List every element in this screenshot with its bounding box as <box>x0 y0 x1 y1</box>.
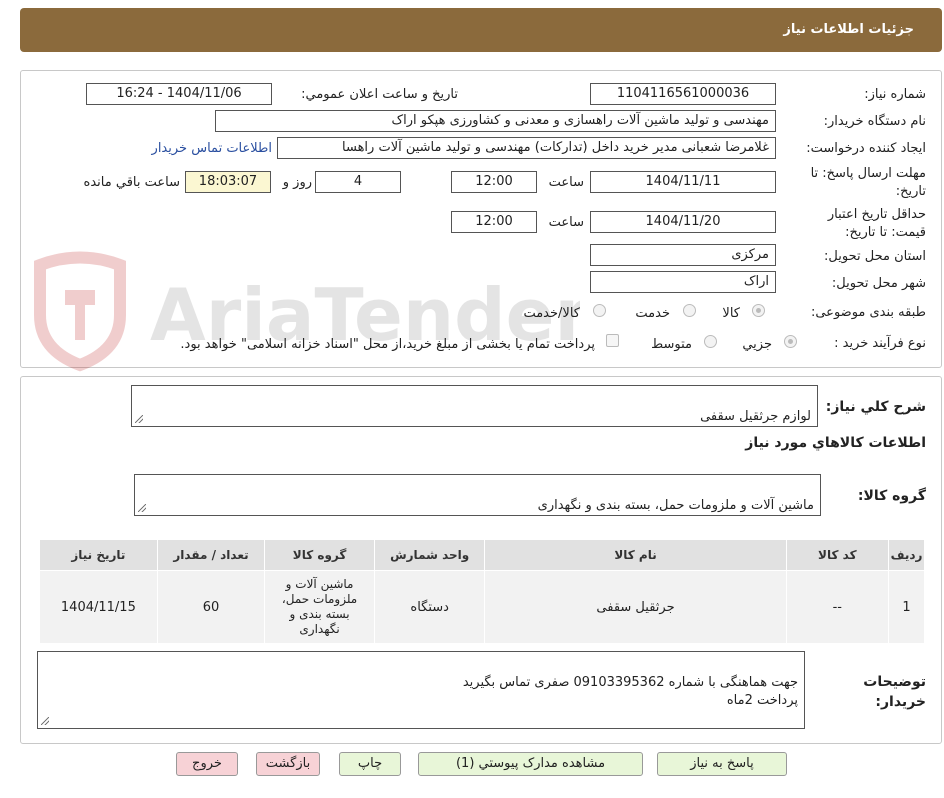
requester-field: غلامرضا شعبانی مدیر خرید داخل (تدارکات) … <box>277 137 776 159</box>
buyer-notes-label: توضیحات خریدار: <box>863 674 926 710</box>
category-option-goods: کالا <box>722 306 740 321</box>
process-option-minor: جزيي <box>742 337 772 352</box>
cell-goods-code: -- <box>785 570 890 644</box>
exit-button[interactable]: خروج <box>176 752 238 776</box>
summary-text: لوازم جرثقیل سقفی <box>700 409 811 424</box>
cell-unit: دستگاه <box>373 570 486 644</box>
print-button[interactable]: چاپ <box>339 752 401 776</box>
city-field: اراک <box>590 271 776 293</box>
treasury-payment-checkbox[interactable] <box>606 334 619 347</box>
cell-goods-group: ماشین آلات و ملزومات حمل، بسته بندی و نگ… <box>264 570 375 644</box>
goods-group-text: ماشین آلات و ملزومات حمل، بسته بندی و نگ… <box>537 498 814 513</box>
category-option-service: خدمت <box>635 306 670 321</box>
col-quantity: تعداد / مقدار <box>156 539 266 571</box>
col-goods-code: کد کالا <box>785 539 890 571</box>
need-number-field: 1104116561000036 <box>590 83 776 105</box>
cell-row-number: 1 <box>888 570 925 644</box>
col-goods-group: گروه کالا <box>264 539 375 571</box>
city-label: شهر محل تحویل: <box>831 276 926 291</box>
remaining-time-field: 18:03:07 <box>185 171 271 193</box>
validity-time-label: ساعت <box>548 215 584 230</box>
need-number-label: شماره نیاز: <box>864 87 926 102</box>
summary-label: شرح کلي نياز: <box>825 399 926 415</box>
announce-label: تاریخ و ساعت اعلان عمومي: <box>301 87 458 102</box>
table-row: 1 -- جرثقیل سقفی دستگاه ماشین آلات و ملز… <box>39 570 925 644</box>
validity-time-field: 12:00 <box>451 211 537 233</box>
buyer-org-field: مهندسی و تولید ماشین آلات راهسازی و معدن… <box>215 110 776 132</box>
process-radio-medium[interactable] <box>704 335 717 348</box>
days-remaining-field: 4 <box>315 171 401 193</box>
buyer-notes-textarea: جهت هماهنگی با شماره 09103395362 صفری تم… <box>37 651 805 729</box>
validity-date-field: 1404/11/20 <box>590 211 776 233</box>
goods-table: رديف کد کالا نام کالا واحد شمارش گروه کا… <box>39 539 925 644</box>
requester-label: ایجاد کننده درخواست: <box>806 141 926 156</box>
reply-button[interactable]: پاسخ به نياز <box>657 752 787 776</box>
page-header: جزئیات اطلاعات نیاز <box>20 8 942 52</box>
cell-quantity: 60 <box>156 570 266 644</box>
col-row-number: رديف <box>888 539 925 571</box>
resize-grip-icon[interactable] <box>135 415 143 423</box>
category-label: طبقه بندی موضوعی: <box>810 305 926 320</box>
resize-grip-icon[interactable] <box>41 717 49 725</box>
payment-note: پرداخت تمام یا بخشی از مبلغ خرید،از محل … <box>180 337 595 352</box>
goods-group-label: گروه کالا: <box>857 488 926 504</box>
buyer-notes-text: جهت هماهنگی با شماره 09103395362 صفری تم… <box>462 675 798 708</box>
province-field: مرکزی <box>590 244 776 266</box>
remaining-time-label: ساعت باقي مانده <box>83 175 180 190</box>
category-radio-goods[interactable] <box>752 304 765 317</box>
process-option-medium: متوسط <box>651 337 692 352</box>
page-title: جزئیات اطلاعات نیاز <box>783 22 914 37</box>
deadline-time-label: ساعت <box>548 175 584 190</box>
process-label: نوع فرآیند خرید : <box>834 336 926 351</box>
cell-goods-name: جرثقیل سقفی <box>484 570 787 644</box>
category-radio-goods-service[interactable] <box>593 304 606 317</box>
announce-datetime-field: 1404/11/06 - 16:24 <box>86 83 272 105</box>
buyer-org-label: نام دستگاه خریدار: <box>823 114 926 129</box>
resize-grip-icon[interactable] <box>138 504 146 512</box>
process-radio-minor[interactable] <box>784 335 797 348</box>
category-radio-service[interactable] <box>683 304 696 317</box>
days-label: روز و <box>282 175 312 190</box>
view-attachments-button[interactable]: مشاهده مدارک پيوستي (1) <box>418 752 643 776</box>
contact-buyer-link[interactable]: اطلاعات تماس خریدار <box>152 141 272 156</box>
validity-label: حداقل تاریخ اعتبار قیمت: تا تاریخ: <box>827 207 926 240</box>
deadline-date-field: 1404/11/11 <box>590 171 776 193</box>
cell-need-date: 1404/11/15 <box>39 570 158 644</box>
col-need-date: تاریخ نیاز <box>39 539 158 571</box>
summary-textarea: لوازم جرثقیل سقفی <box>131 385 818 427</box>
col-unit: واحد شمارش <box>373 539 486 571</box>
col-goods-name: نام کالا <box>484 539 787 571</box>
goods-info-title: اطلاعات کالاهاي مورد نياز <box>745 435 926 451</box>
back-button[interactable]: بازگشت <box>256 752 320 776</box>
category-option-goods-service: کالا/خدمت <box>523 306 580 321</box>
province-label: استان محل تحویل: <box>824 249 926 264</box>
goods-group-textarea: ماشین آلات و ملزومات حمل، بسته بندی و نگ… <box>134 474 821 516</box>
goods-table-header: رديف کد کالا نام کالا واحد شمارش گروه کا… <box>39 539 925 571</box>
deadline-label: مهلت ارسال پاسخ: تا تاریخ: <box>810 166 926 199</box>
deadline-time-field: 12:00 <box>451 171 537 193</box>
